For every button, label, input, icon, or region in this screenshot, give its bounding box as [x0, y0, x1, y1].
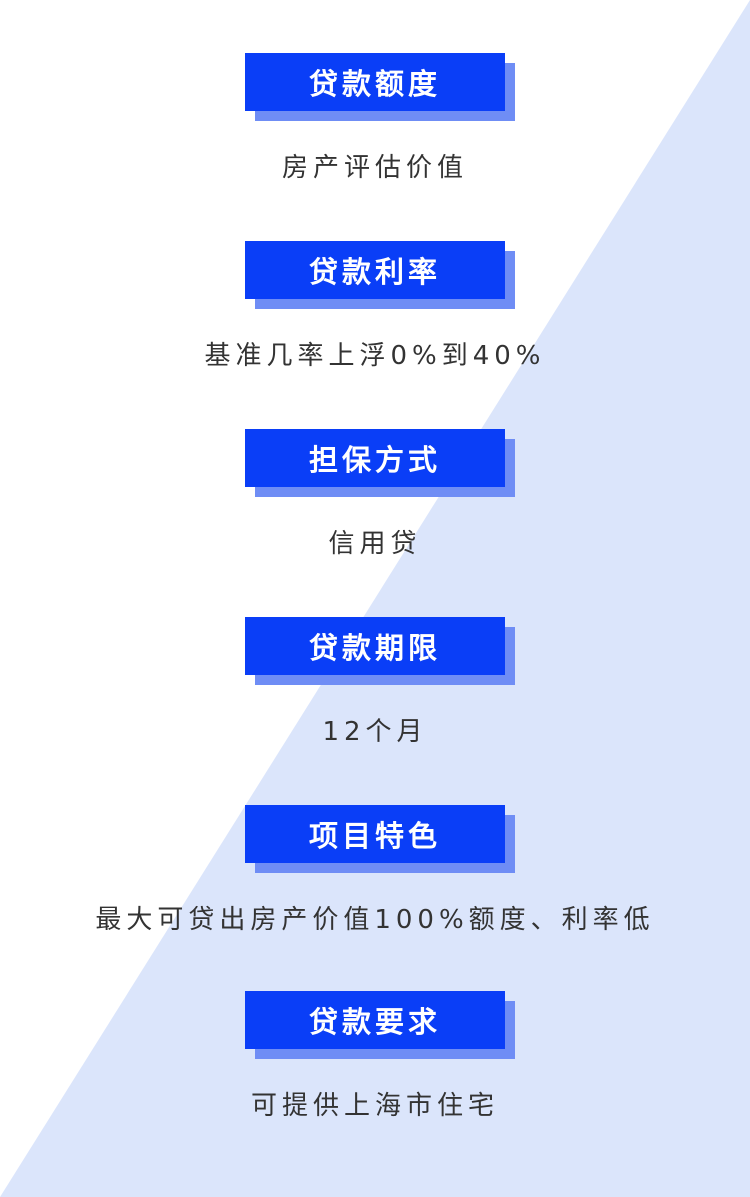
section-title-badge: 贷款利率 — [245, 241, 515, 309]
section-title: 贷款额度 — [245, 53, 505, 111]
section-title-badge: 担保方式 — [245, 429, 515, 497]
section-title: 贷款期限 — [245, 617, 505, 675]
section-title-badge: 贷款期限 — [245, 617, 515, 685]
section-title: 贷款要求 — [245, 991, 505, 1049]
section-loan-amount: 贷款额度 房产评估价值 — [0, 53, 750, 184]
section-value: 信用贷 — [328, 529, 422, 559]
section-value: 最大可贷出房产价值100%额度、利率低 — [95, 905, 655, 935]
section-title-badge: 项目特色 — [245, 805, 515, 873]
section-value: 12个月 — [322, 717, 428, 747]
section-title-badge: 贷款额度 — [245, 53, 515, 121]
section-title: 项目特色 — [245, 805, 505, 863]
section-loan-requirements: 贷款要求 可提供上海市住宅 — [0, 991, 750, 1122]
section-value: 房产评估价值 — [281, 153, 468, 183]
section-guarantee-method: 担保方式 信用贷 — [0, 429, 750, 560]
section-value: 可提供上海市住宅 — [250, 1091, 499, 1121]
section-title-badge: 贷款要求 — [245, 991, 515, 1059]
section-title: 担保方式 — [245, 429, 505, 487]
section-value: 基准几率上浮0%到40% — [204, 341, 546, 371]
section-loan-term: 贷款期限 12个月 — [0, 617, 750, 748]
section-interest-rate: 贷款利率 基准几率上浮0%到40% — [0, 241, 750, 372]
section-title: 贷款利率 — [245, 241, 505, 299]
section-project-features: 项目特色 最大可贷出房产价值100%额度、利率低 — [0, 805, 750, 936]
